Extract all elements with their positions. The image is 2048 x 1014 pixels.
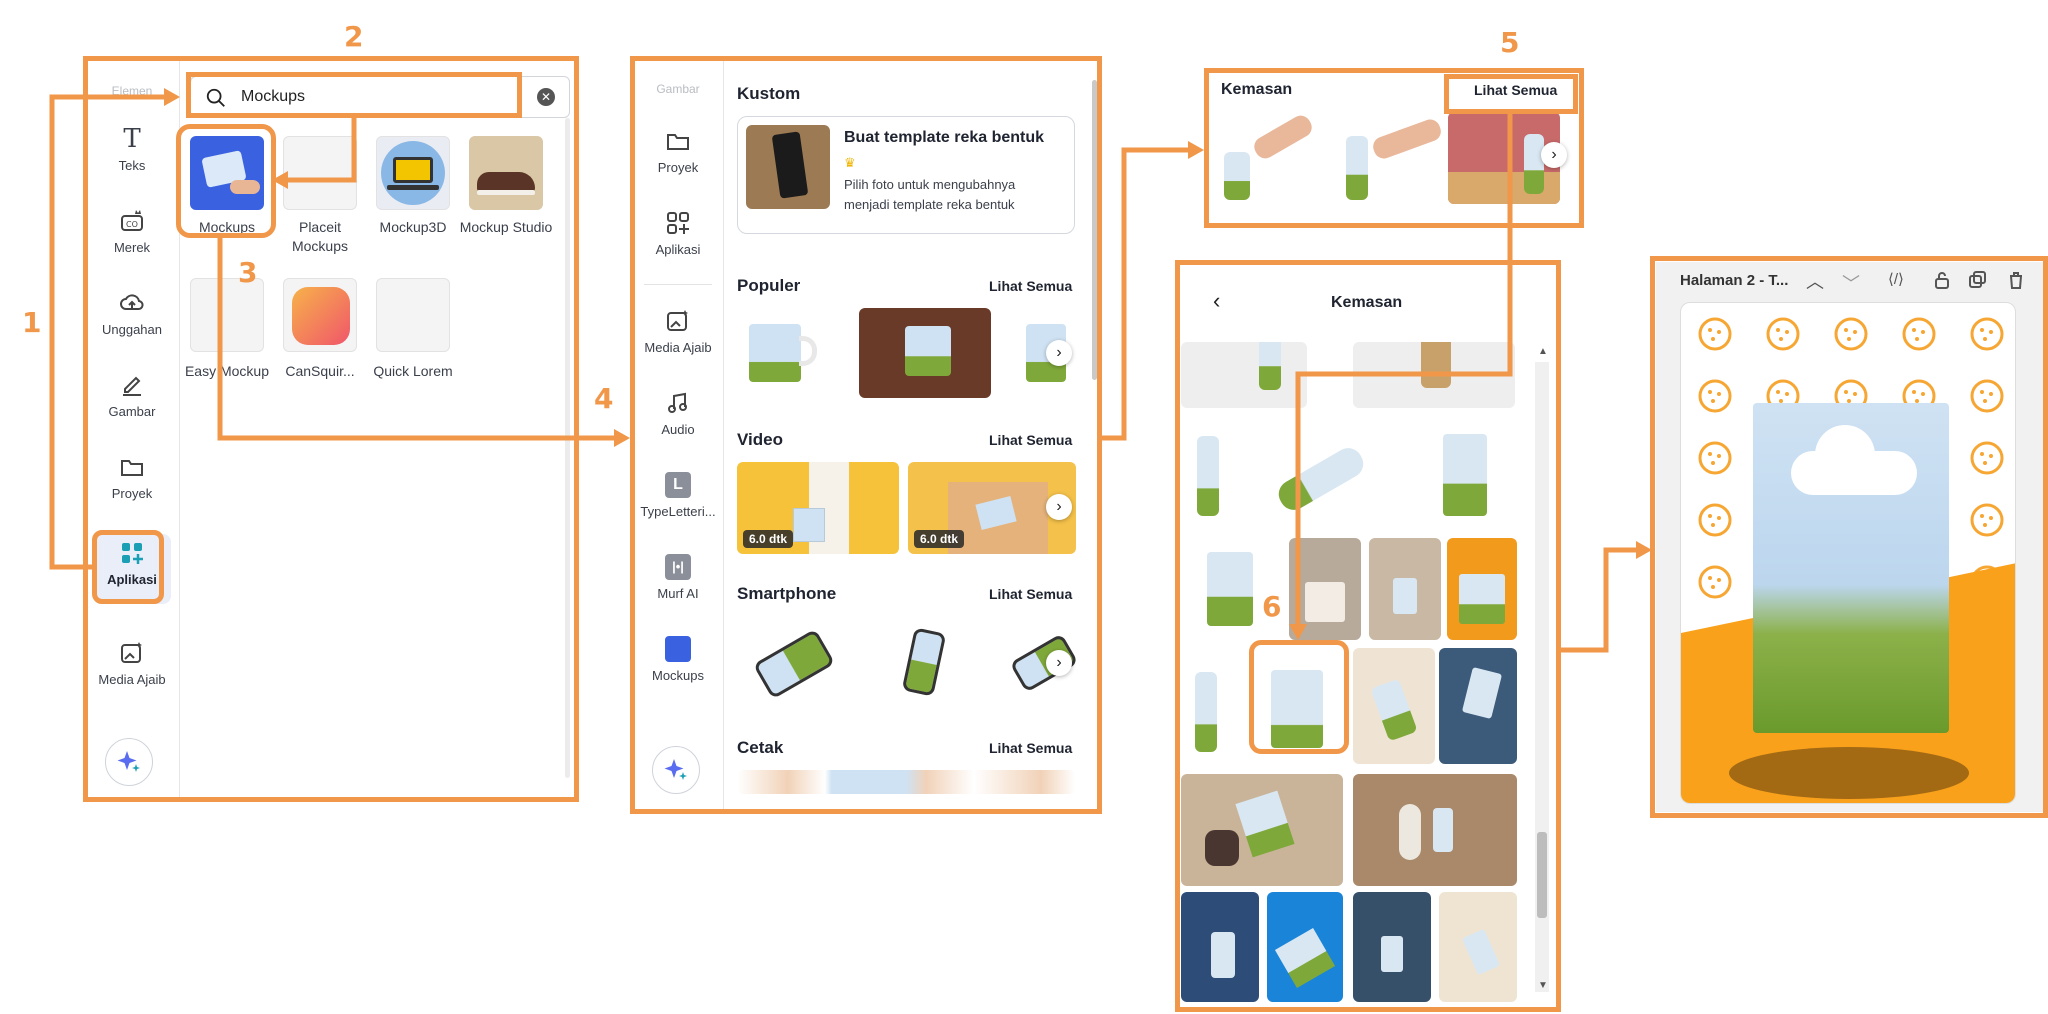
step-number: 6 (1262, 590, 1282, 623)
highlight-box-selected-item (1249, 640, 1349, 754)
highlight-box-panel1 (83, 56, 579, 802)
highlight-box-search (186, 72, 522, 118)
step-number: 1 (22, 306, 42, 339)
highlight-box-panel4 (1175, 260, 1561, 1012)
step-number: 4 (594, 382, 614, 415)
step-number: 5 (1500, 26, 1520, 59)
step-number: 3 (238, 256, 258, 289)
highlight-box-panel5 (1650, 256, 2048, 818)
highlight-box-aplikasi (92, 530, 164, 604)
highlight-box-panel2 (630, 56, 1102, 814)
highlight-box-mockups-app (176, 124, 276, 238)
highlight-box-lihat-semua (1444, 74, 1578, 114)
step-number: 2 (344, 20, 364, 53)
